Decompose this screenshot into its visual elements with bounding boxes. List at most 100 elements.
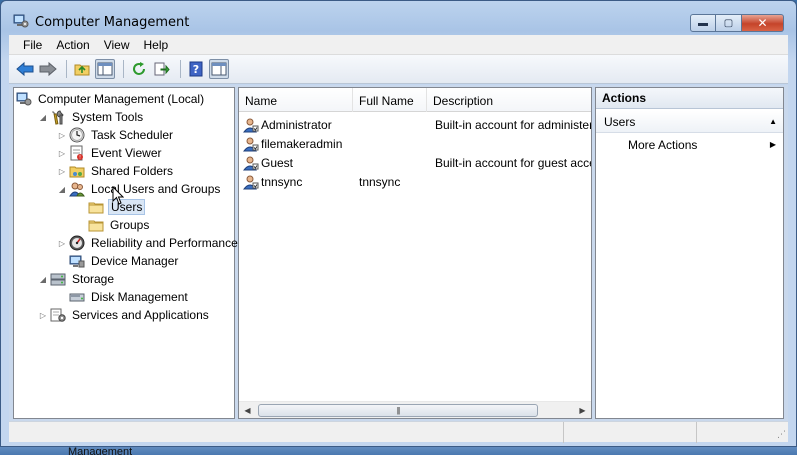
up-folder-icon <box>74 64 90 76</box>
table-row[interactable]: Administrator Built-in account for admini… <box>239 115 591 134</box>
scroll-left-button[interactable]: ◀ <box>239 402 256 419</box>
help-button[interactable]: ? <box>186 59 206 79</box>
performance-icon <box>69 235 85 251</box>
help-icon: ? <box>189 61 203 77</box>
user-icon <box>243 137 259 151</box>
export-list-button[interactable] <box>152 59 172 79</box>
svg-text:!: ! <box>79 155 81 161</box>
tree-item-icon <box>69 127 85 143</box>
toolbar: ? <box>9 55 788 84</box>
tree-item-groups[interactable]: Groups <box>76 216 151 234</box>
cell-full-name: tnnsync <box>359 174 401 189</box>
actions-pane: Actions Users ▲ More Actions ▶ <box>595 87 784 419</box>
collapsed-arrow-icon[interactable]: ▷ <box>57 239 67 248</box>
user-name: Administrator <box>261 117 332 132</box>
tree-item-event-viewer[interactable]: ▷! Event Viewer <box>57 144 163 162</box>
export-list-icon <box>154 62 170 76</box>
user-icon-wrapper <box>243 155 259 171</box>
menu-file[interactable]: File <box>9 35 49 55</box>
table-row[interactable]: Guest Built-in account for guest access t… <box>239 153 591 172</box>
expanded-arrow-icon[interactable]: ◢ <box>38 275 48 284</box>
results-list[interactable]: Name Full Name Description Administrator… <box>238 87 592 419</box>
show-hide-console-tree-button[interactable] <box>95 59 115 79</box>
cell-name: Guest <box>239 155 353 171</box>
horizontal-scrollbar[interactable]: ◀ ||| ▶ <box>239 401 591 418</box>
tree-item-task-scheduler[interactable]: ▷ Task Scheduler <box>57 126 175 144</box>
computer-management-icon <box>16 92 32 106</box>
event-viewer-icon: ! <box>70 145 83 161</box>
table-row[interactable]: tnnsync tnnsync <box>239 172 591 191</box>
user-name: filemakeradmin <box>261 136 343 151</box>
submenu-arrow-icon: ▶ <box>769 140 776 149</box>
console-tree[interactable]: Computer Management (Local) ◢ System Tools… <box>13 87 238 419</box>
mouse-pointer-icon <box>112 186 124 205</box>
svg-text:?: ? <box>193 63 199 76</box>
forward-button[interactable] <box>38 59 58 79</box>
refresh-button[interactable] <box>129 59 149 79</box>
title-bar[interactable]: Computer Management ▬ ▢ ✕ <box>1 1 796 33</box>
column-header-name[interactable]: Name <box>239 88 353 112</box>
status-bar: ⋰ <box>9 421 788 443</box>
menu-action[interactable]: Action <box>49 35 96 55</box>
tree-item-services-and-applications[interactable]: ▷ Services and Applications <box>38 306 211 324</box>
collapsed-arrow-icon[interactable]: ▷ <box>57 131 67 140</box>
maximize-button[interactable]: ▢ <box>716 14 742 32</box>
menu-help[interactable]: Help <box>137 35 176 55</box>
user-icon-wrapper <box>243 174 259 190</box>
tree-item-disk-management[interactable]: Disk Management <box>57 288 190 306</box>
minimize-button[interactable]: ▬ <box>690 14 716 32</box>
tree-item-label: Shared Folders <box>91 164 174 178</box>
expanded-arrow-icon[interactable]: ◢ <box>38 113 48 122</box>
show-hide-action-pane-button[interactable] <box>209 59 229 79</box>
tree-item-device-manager[interactable]: Device Manager <box>57 252 180 270</box>
tree-item-icon <box>69 181 85 197</box>
status-cell <box>564 422 697 443</box>
tree-item-reliability-and-performance[interactable]: ▷ Reliability and Performance <box>57 234 240 252</box>
tree-item-system-tools[interactable]: ◢ System Tools <box>38 108 145 126</box>
tree-item-label: Computer Management (Local) <box>38 92 205 106</box>
user-icon <box>243 118 259 132</box>
menu-view[interactable]: View <box>97 35 137 55</box>
tree-item-label: Services and Applications <box>72 308 209 322</box>
tree-item-label: Storage <box>72 272 115 286</box>
actions-section-users[interactable]: Users ▲ <box>596 111 783 133</box>
table-row[interactable]: filemakeradmin <box>239 134 591 153</box>
device-manager-icon <box>69 255 85 268</box>
window-title: Computer Management <box>35 15 190 30</box>
folder-icon <box>88 220 104 232</box>
more-actions-item[interactable]: More Actions ▶ <box>628 136 778 154</box>
scroll-right-button[interactable]: ▶ <box>574 402 591 419</box>
show-hide-action-pane-icon <box>211 62 227 76</box>
status-cell <box>9 422 564 443</box>
storage-icon <box>50 273 66 286</box>
tree-item-icon <box>88 217 104 233</box>
tree-item-icon <box>69 289 85 305</box>
collapse-up-icon: ▲ <box>769 117 777 126</box>
tree-item-local-users-and-groups[interactable]: ◢ Local Users and Groups <box>57 180 222 198</box>
tree-item-users[interactable]: Users <box>76 198 146 216</box>
tree-item-icon <box>50 307 66 323</box>
actions-section-label: Users <box>604 115 636 129</box>
scroll-thumb[interactable]: ||| <box>258 404 538 417</box>
close-button[interactable]: ✕ <box>742 14 784 32</box>
tree-item-label: Disk Management <box>91 290 188 304</box>
expanded-arrow-icon[interactable]: ◢ <box>57 185 67 194</box>
collapsed-arrow-icon[interactable]: ▷ <box>38 311 48 320</box>
collapsed-arrow-icon[interactable]: ▷ <box>57 167 67 176</box>
status-cell <box>697 422 788 443</box>
collapsed-arrow-icon[interactable]: ▷ <box>57 149 67 158</box>
toolbar-separator <box>66 60 67 78</box>
cell-name: Administrator <box>239 117 353 133</box>
desktop-icon-label: Management <box>68 447 133 455</box>
cell-description: Built-in account for administering the c… <box>435 117 591 132</box>
tree-item-computer-management-local[interactable]: Computer Management (Local) <box>16 90 206 108</box>
column-header-description[interactable]: Description <box>427 88 591 112</box>
back-button[interactable] <box>15 59 35 79</box>
up-one-level-button[interactable] <box>72 59 92 79</box>
tree-item-icon <box>16 91 32 107</box>
tree-item-shared-folders[interactable]: ▷ Shared Folders <box>57 162 175 180</box>
resize-grip-icon[interactable]: ⋰ <box>777 429 786 440</box>
user-icon <box>243 175 259 189</box>
tree-item-storage[interactable]: ◢ Storage <box>38 270 116 288</box>
column-header-full-name[interactable]: Full Name <box>353 88 427 112</box>
